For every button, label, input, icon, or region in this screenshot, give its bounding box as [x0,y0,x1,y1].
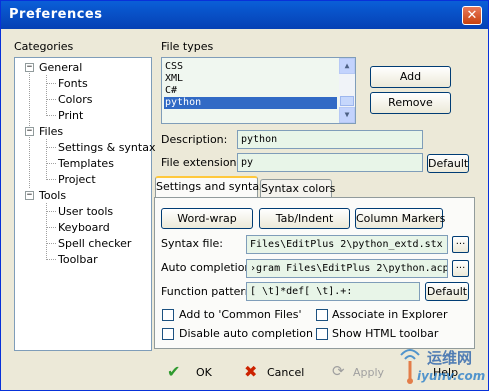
collapse-icon[interactable]: − [25,191,34,200]
cancel-x-icon: ✖ [244,362,258,381]
remove-button-label: Remove [388,96,433,109]
word-wrap-button[interactable]: Word-wrap [161,208,253,229]
checkbox-disable-auto-completion[interactable] [162,328,174,340]
list-item[interactable]: CSS [164,61,337,73]
auto-completion-label: Auto completion: [161,261,256,274]
tab-indent-label: Tab/Indent [275,212,334,225]
extensions-default-button[interactable]: Default [427,154,469,173]
cancel-label: Cancel [267,366,305,379]
description-field[interactable]: python [237,130,423,149]
watermark-sub: iyunv.com [417,369,486,383]
tree-item-general[interactable]: General [39,61,82,74]
function-pattern-label: Function pattern: [161,285,256,298]
tree-item-print[interactable]: Print [58,109,83,122]
categories-label: Categories [14,40,74,53]
tree-item-fonts[interactable]: Fonts [58,77,88,90]
list-item[interactable]: C# [164,85,337,97]
tab-indent-button[interactable]: Tab/Indent [259,208,350,229]
tree-item-user-tools[interactable]: User tools [58,205,113,218]
file-extensions-field[interactable]: py [237,153,423,172]
add-button[interactable]: Add [370,66,451,88]
categories-tree[interactable]: − General Fonts Colors Print − Files Set… [14,57,155,351]
apply-icon: ⟳ [332,362,345,380]
title-bar: Preferences ✕ [1,1,488,29]
tab-settings-syntax[interactable]: Settings and syntax [155,176,266,199]
ok-button[interactable]: ✔ OK [163,362,223,384]
default-button-label: Default [426,285,468,298]
apply-button[interactable]: ⟳ Apply [329,362,389,384]
apply-label: Apply [353,366,385,379]
list-scrollbar[interactable]: ▲ ▼ [339,58,355,123]
function-default-button[interactable]: Default [425,282,469,301]
tree-item-toolbar[interactable]: Toolbar [58,253,98,266]
collapse-icon[interactable]: − [25,127,34,136]
preferences-dialog: Preferences ✕ Categories − General Fonts… [0,0,489,391]
tree-item-colors[interactable]: Colors [58,93,92,106]
tree-item-templates[interactable]: Templates [58,157,114,170]
auto-completion-field[interactable]: ›gram Files\EditPlus 2\python.acp [246,259,448,278]
syntax-file-label: Syntax file: [161,237,223,250]
close-icon: ✕ [466,8,478,23]
scroll-down-icon[interactable]: ▼ [339,107,355,123]
cancel-button[interactable]: ✖ Cancel [241,362,311,384]
add-button-label: Add [399,70,422,83]
column-markers-label: Column Markers [356,212,446,225]
auto-completion-browse-button[interactable]: ... [452,260,469,277]
checkbox-add-common-files[interactable] [162,309,174,321]
list-item[interactable]: XML [164,73,337,85]
tree-item-project[interactable]: Project [58,173,96,186]
list-item-selected[interactable]: python [164,97,337,109]
ok-label: OK [196,366,212,379]
checkbox-label: Show HTML toolbar [332,327,439,340]
tree-item-keyboard[interactable]: Keyboard [58,221,110,234]
tab-label: Syntax colors [261,182,336,195]
close-button[interactable]: ✕ [462,6,482,25]
checkbox-label: Add to 'Common Files' [179,308,302,321]
default-button-label: Default [428,157,469,170]
tab-syntax-colors[interactable]: Syntax colors [260,179,336,199]
file-types-list[interactable]: CSS XML C# python ▲ ▼ [161,57,356,124]
window-title: Preferences [9,7,103,22]
checkbox-show-html-toolbar[interactable] [316,328,328,340]
description-label: Description: [161,133,228,146]
syntax-file-browse-button[interactable]: ... [452,236,469,253]
tree-item-settings-syntax[interactable]: Settings & syntax [58,141,155,154]
file-types-label: File types [161,40,214,53]
watermark-logo: 运维网 iyunv.com [393,341,486,387]
word-wrap-label: Word-wrap [177,212,237,225]
scroll-up-icon[interactable]: ▲ [339,58,355,74]
tab-label: Settings and syntax [156,180,266,193]
checkbox-label: Associate in Explorer [332,308,448,321]
scroll-thumb[interactable] [340,96,354,106]
syntax-file-field[interactable]: Files\EditPlus 2\python_extd.stx [246,235,448,254]
tree-item-files[interactable]: Files [39,125,63,138]
collapse-icon[interactable]: − [25,63,34,72]
tree-item-tools[interactable]: Tools [39,189,66,202]
function-pattern-field[interactable]: [ \t]*def[ \t].+: [246,282,420,301]
checkbox-label: Disable auto completion [179,327,313,340]
check-icon: ✔ [167,362,181,381]
watermark-text: 运维网 [427,349,473,367]
file-extensions-label: File extensions: [161,156,246,169]
column-markers-button[interactable]: Column Markers [355,208,446,229]
remove-button[interactable]: Remove [370,92,451,114]
tree-item-spell-checker[interactable]: Spell checker [58,237,131,250]
checkbox-associate-explorer[interactable] [316,309,328,321]
settings-syntax-panel: Word-wrap Tab/Indent Column Markers Synt… [154,197,475,349]
